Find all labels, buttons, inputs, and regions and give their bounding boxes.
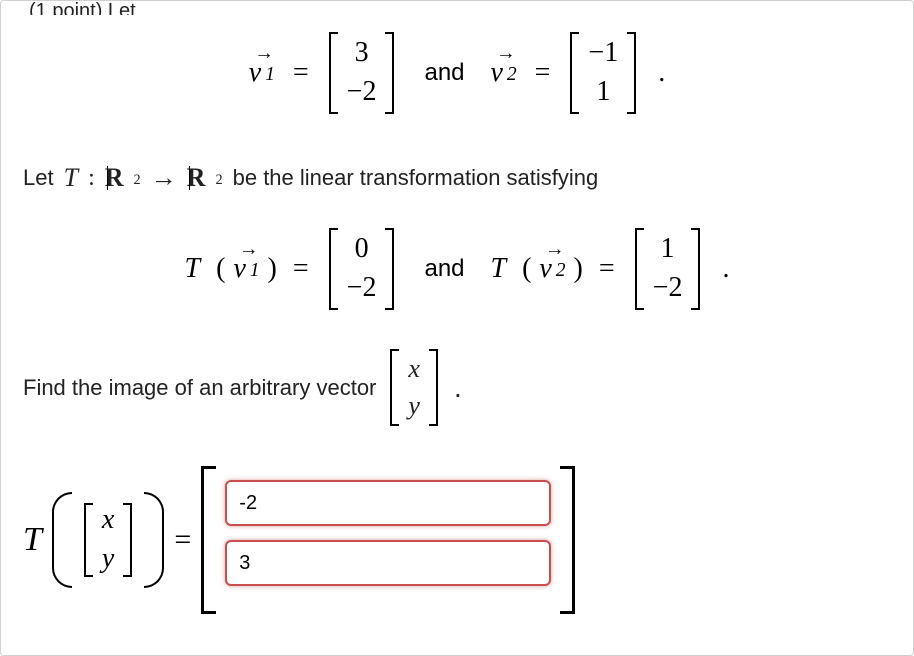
- vec-v2: v→2: [491, 57, 519, 89]
- and-text-1: and: [424, 59, 464, 87]
- find-image-line: Find the image of an arbitrary vector x …: [23, 349, 891, 426]
- answer-input-bottom[interactable]: [225, 540, 551, 586]
- matrix-v2: −1 1: [566, 32, 640, 114]
- blackboard-R-1: R: [105, 163, 124, 193]
- matrix-Tv1: 0 −2: [325, 228, 399, 310]
- and-text-2: and: [424, 255, 464, 283]
- matrix-v1: 3 −2: [325, 32, 399, 114]
- answer-equation: T x y =: [23, 466, 891, 614]
- equation-vectors: v→1 = 3 −2 and v→2 = −1 1 .: [23, 23, 891, 123]
- blackboard-R-2: R: [187, 163, 206, 193]
- let-T-line: Let T : R2 → R2 be the linear transforma…: [23, 153, 891, 203]
- answer-matrix: [201, 466, 575, 614]
- answer-input-top[interactable]: [225, 480, 551, 526]
- matrix-Tv2: 1 −2: [631, 228, 705, 310]
- paren-close: [146, 492, 164, 588]
- matrix-xy-arg: x y: [80, 503, 136, 577]
- paren-open: [52, 492, 70, 588]
- vec-v1-b: v→1: [233, 253, 261, 285]
- vec-v1: v→1: [249, 57, 277, 89]
- vec-v2-b: v→2: [539, 253, 567, 285]
- cutoff-header: (1 point) Let: [29, 1, 891, 15]
- equation-Tv: T( v→1 ) = 0 −2 and T( v→2 ) = 1 −2: [23, 219, 891, 319]
- matrix-xy-inline: x y: [386, 349, 442, 426]
